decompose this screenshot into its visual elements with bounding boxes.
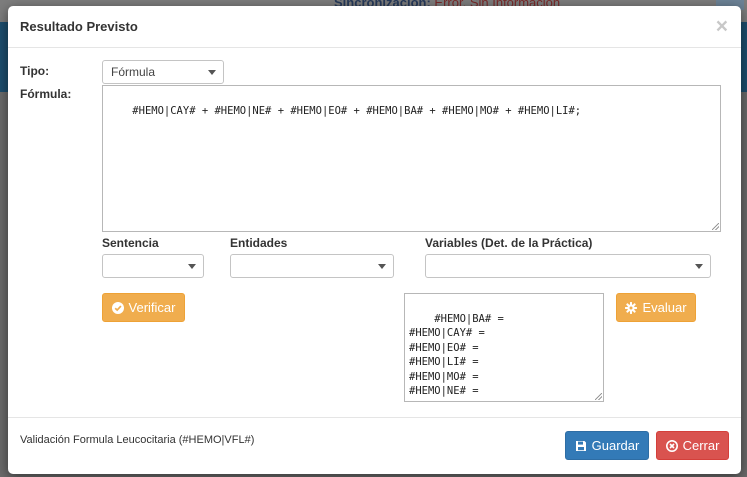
caret-down-icon [378, 264, 386, 269]
evaluate-button-label: Evaluar [642, 300, 687, 315]
entidades-label: Entidades [230, 236, 288, 250]
tipo-select[interactable]: Fórmula [102, 60, 224, 84]
tipo-select-value: Fórmula [111, 65, 156, 79]
caret-down-icon [695, 264, 703, 269]
dialog-title: Resultado Previsto [20, 19, 138, 34]
verify-button-label: Verificar [128, 300, 176, 315]
evaluate-button[interactable]: Evaluar [616, 293, 696, 322]
formula-description: Validación Formula Leucocitaria (#HEMO|V… [20, 434, 255, 446]
tipo-label: Tipo: [20, 64, 50, 78]
resize-handle-icon[interactable] [595, 393, 602, 400]
times-circle-icon [665, 439, 678, 452]
caret-down-icon [208, 70, 216, 75]
dialog-header: Resultado Previsto × [8, 6, 741, 48]
caret-down-icon [188, 264, 196, 269]
floppy-disk-icon [575, 440, 586, 451]
resize-handle-icon[interactable] [712, 223, 719, 230]
variables-label: Variables (Det. de la Práctica) [425, 236, 593, 250]
close-button[interactable]: Cerrar [656, 431, 729, 460]
close-button-label: Cerrar [682, 438, 720, 453]
dialog-footer-divider [8, 417, 741, 418]
sentencia-label: Sentencia [102, 236, 159, 250]
close-icon[interactable]: × [716, 16, 728, 37]
entidades-select[interactable] [230, 254, 394, 278]
evaluation-text: #HEMO|BA# = #HEMO|CAY# = #HEMO|EO# = #HE… [409, 312, 504, 398]
evaluation-textarea[interactable]: #HEMO|BA# = #HEMO|CAY# = #HEMO|EO# = #HE… [404, 293, 604, 402]
save-button[interactable]: Guardar [565, 431, 649, 460]
formula-text: #HEMO|CAY# + #HEMO|NE# + #HEMO|EO# + #HE… [132, 105, 582, 117]
save-button-label: Guardar [591, 438, 640, 453]
formula-label: Fórmula: [20, 87, 72, 101]
verify-button[interactable]: Verificar [102, 293, 185, 322]
resultado-previsto-dialog: Resultado Previsto × Tipo: Fórmula Fórmu… [8, 6, 741, 474]
formula-textarea[interactable]: #HEMO|CAY# + #HEMO|NE# + #HEMO|EO# + #HE… [102, 85, 721, 232]
variables-select[interactable] [425, 254, 711, 278]
sentencia-select[interactable] [102, 254, 204, 278]
check-circle-icon [111, 301, 124, 314]
gear-icon [625, 301, 638, 314]
